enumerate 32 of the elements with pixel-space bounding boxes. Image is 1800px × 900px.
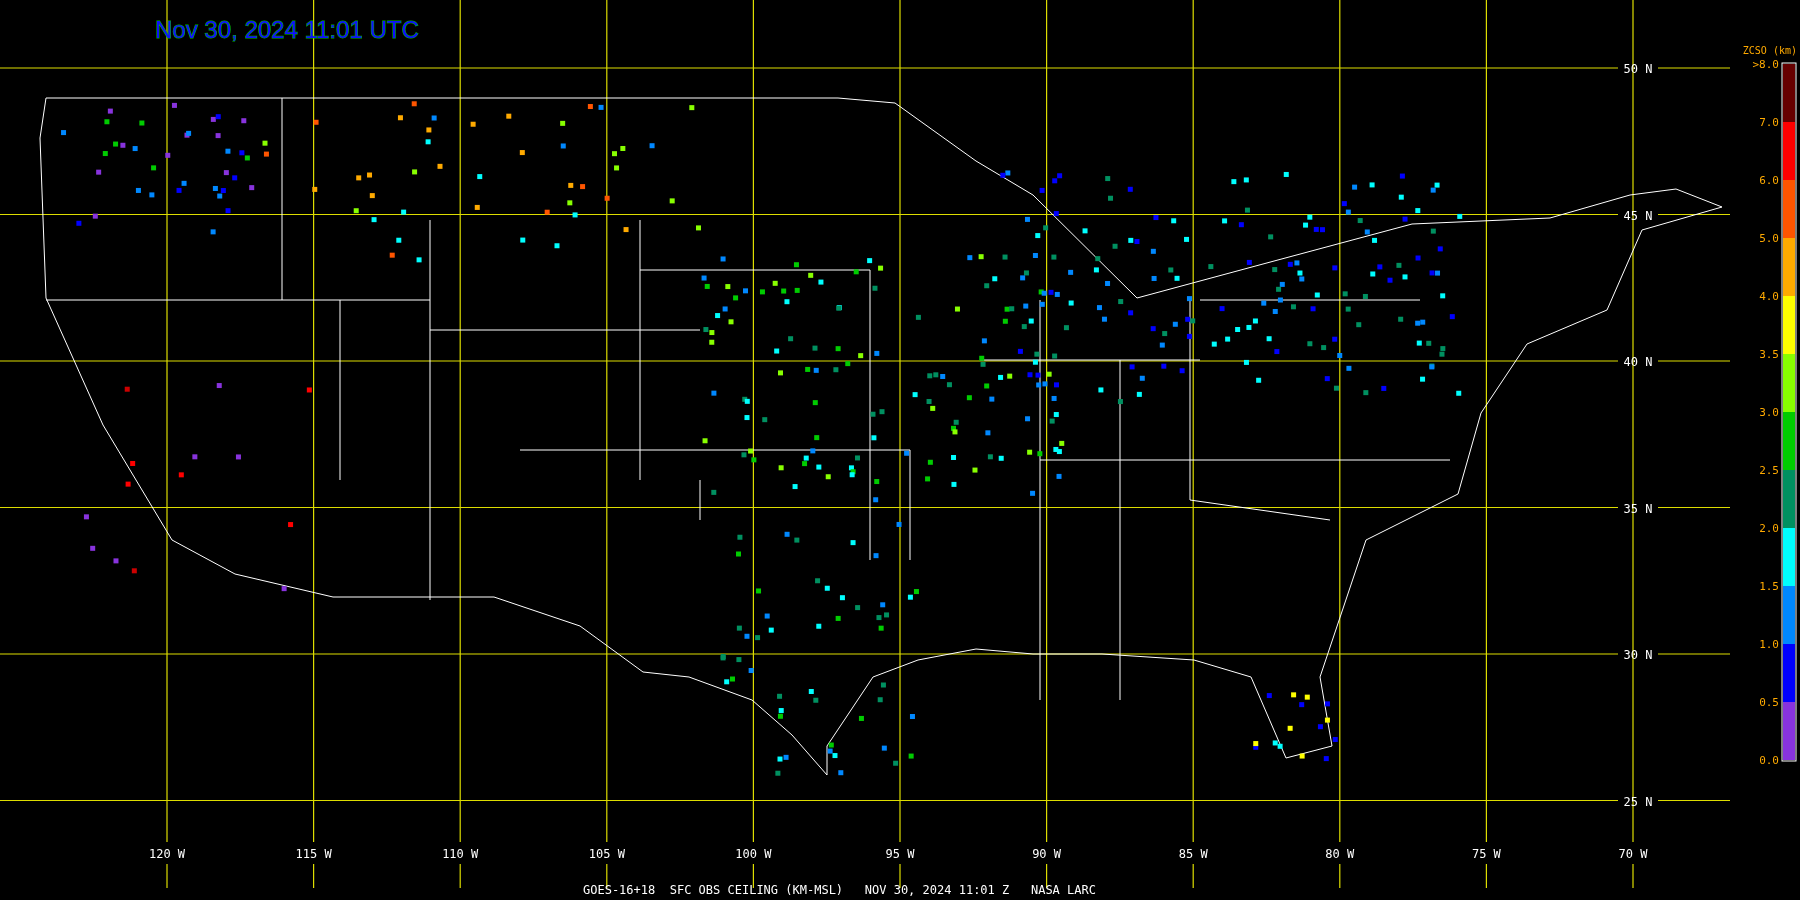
latitude-label: 25 N: [1623, 794, 1653, 809]
legend-label: >8.0: [1752, 58, 1779, 71]
legend-label: 5.0: [1759, 232, 1779, 245]
legend-label: 1.0: [1759, 638, 1779, 651]
longitude-label: 80 W: [1325, 847, 1355, 861]
longitude-label: 110 W: [442, 847, 479, 861]
longitude-label: 95 W: [885, 847, 915, 861]
longitude-label: 115 W: [295, 847, 332, 861]
latitude-label: 40 N: [1623, 355, 1653, 369]
longitude-label: 85 W: [1178, 847, 1208, 861]
legend-label: 1.5: [1759, 580, 1779, 593]
legend-label: 4.0: [1759, 290, 1779, 303]
legend-label: 0.5: [1759, 696, 1779, 709]
legend-label: 2.0: [1759, 522, 1779, 535]
latitude-label: 30 N: [1623, 648, 1653, 662]
legend-label: 6.0: [1759, 174, 1779, 187]
latitude-label: 45 N: [1623, 208, 1653, 223]
longitude-label: 100 W: [735, 847, 772, 861]
legend-label: 3.5: [1759, 348, 1779, 361]
longitude-label: 120 W: [148, 847, 186, 861]
legend-label: 0.0: [1759, 754, 1779, 767]
latitude-label: 50 N: [1623, 62, 1653, 76]
longitude-label: 70 W: [1618, 847, 1648, 861]
longitude-label: 90 W: [1032, 847, 1062, 861]
legend-label: 3.0: [1759, 406, 1779, 419]
legend-title: ZCSO (km): [1742, 45, 1797, 56]
longitude-label: 75 W: [1471, 847, 1501, 861]
legend-label: 7.0: [1759, 116, 1779, 129]
legend-label: 2.5: [1759, 464, 1779, 477]
latitude-label: 35 N: [1623, 501, 1653, 516]
longitude-label: 105 W: [588, 847, 625, 861]
footer-caption: GOES-16+18 SFC OBS CEILING (KM-MSL) NOV 30, 2024 11:01 Z NASA LARC: [583, 883, 1096, 897]
